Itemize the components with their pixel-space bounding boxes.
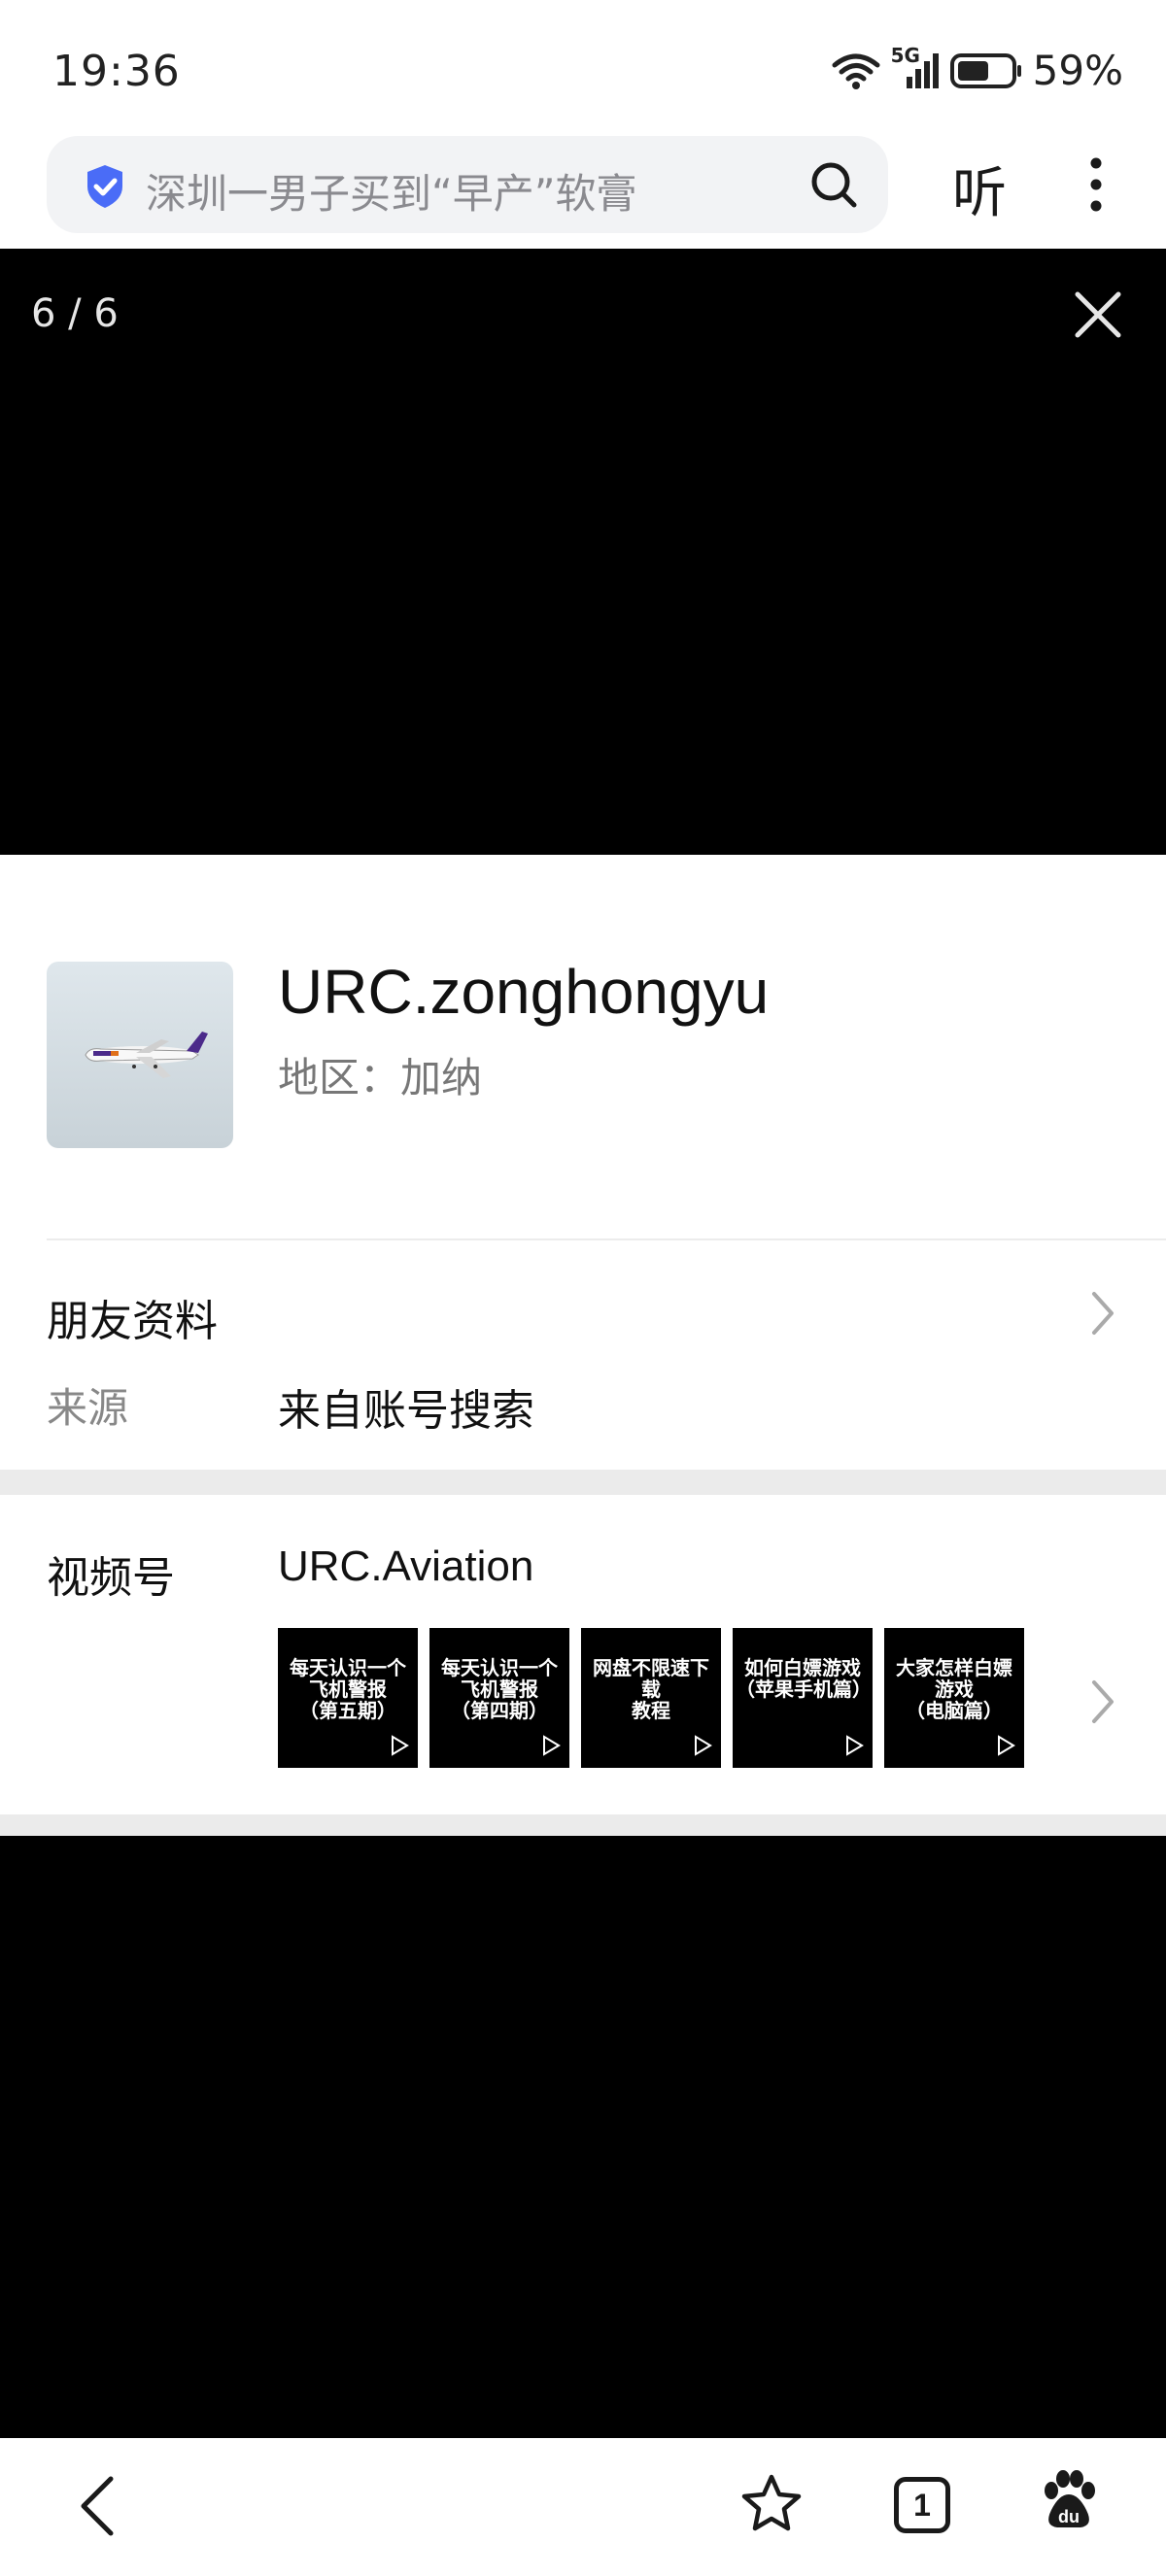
search-box[interactable]: 深圳一男子买到“早产”软膏	[47, 136, 888, 233]
section-separator	[0, 1470, 1166, 1495]
more-icon[interactable]	[1086, 155, 1106, 218]
profile-name: URC.zonghongyu	[278, 957, 770, 1027]
back-icon[interactable]	[76, 2475, 119, 2541]
svg-text:du: du	[1058, 2507, 1080, 2526]
search-icon[interactable]	[808, 159, 859, 214]
video-thumbnail[interactable]: 每天认识一个 飞机警报 （第四期）	[429, 1628, 569, 1768]
image-counter: 6 / 6	[31, 291, 119, 336]
section-separator	[0, 1814, 1166, 1836]
source-value: 来自账号搜索	[278, 1386, 534, 1436]
play-icon	[389, 1735, 410, 1760]
chevron-right-icon[interactable]	[1088, 1290, 1117, 1340]
status-bar: 19:36 5G 59%	[0, 0, 1166, 128]
wifi-icon	[831, 51, 881, 90]
browser-toolbar: 深圳一男子买到“早产”软膏 听	[0, 128, 1166, 249]
close-icon[interactable]	[1073, 289, 1123, 344]
channel-name[interactable]: URC.Aviation	[278, 1542, 533, 1591]
thumbnail-caption: 如何白嫖游戏 （苹果手机篇）	[736, 1656, 872, 1701]
video-thumbnail[interactable]: 网盘不限速下载 教程	[581, 1628, 721, 1768]
tabs-icon[interactable]: 1	[894, 2477, 950, 2533]
browser-nav-bar: 1 du	[0, 2438, 1166, 2576]
video-thumbnail[interactable]: 如何白嫖游戏 （苹果手机篇）	[733, 1628, 873, 1768]
video-thumbnail[interactable]: 大家怎样白嫖游戏 （电脑篇）	[884, 1628, 1024, 1768]
play-icon	[843, 1735, 865, 1760]
channel-label: 视频号	[47, 1553, 175, 1603]
chevron-right-icon[interactable]	[1088, 1678, 1117, 1729]
thumbnail-caption: 大家怎样白嫖游戏 （电脑篇）	[896, 1656, 1012, 1722]
battery-icon	[949, 51, 1023, 90]
search-query-text[interactable]: 深圳一男子买到“早产”软膏	[146, 161, 637, 220]
baidu-paw-icon[interactable]: du	[1040, 2469, 1098, 2535]
battery-percent: 59%	[1032, 47, 1123, 94]
channel-thumbnails: 每天认识一个 飞机警报 （第五期） 每天认识一个 飞机警报 （第四期） 网盘不限…	[278, 1628, 1024, 1768]
divider	[47, 1238, 1166, 1240]
thumbnail-caption: 每天认识一个 飞机警报 （第四期）	[441, 1656, 558, 1722]
listen-button[interactable]: 听	[952, 150, 1007, 228]
avatar[interactable]	[47, 962, 233, 1148]
thumbnail-caption: 每天认识一个 飞机警报 （第五期）	[290, 1656, 406, 1722]
status-time: 19:36	[52, 47, 181, 96]
signal-icon: 5G	[891, 44, 940, 90]
play-icon	[692, 1735, 713, 1760]
image-viewer-backdrop[interactable]: 6 / 6	[0, 249, 1166, 855]
video-thumbnail[interactable]: 每天认识一个 飞机警报 （第五期）	[278, 1628, 418, 1768]
profile-card: URC.zonghongyu 地区：加纳 朋友资料 来源 来自账号搜索 视频号 …	[0, 855, 1166, 1836]
play-icon	[540, 1735, 562, 1760]
image-viewer-backdrop[interactable]	[0, 1836, 1166, 2438]
status-indicators: 5G 59%	[831, 44, 1123, 94]
profile-region: 地区：加纳	[278, 1054, 483, 1102]
source-label: 来源	[47, 1384, 129, 1432]
friend-info-row[interactable]: 朋友资料	[47, 1286, 218, 1348]
star-icon[interactable]	[740, 2473, 803, 2537]
thumbnail-caption: 网盘不限速下载 教程	[593, 1656, 709, 1722]
shield-icon	[84, 163, 126, 214]
network-type: 5G	[890, 43, 920, 67]
play-icon	[995, 1735, 1016, 1760]
